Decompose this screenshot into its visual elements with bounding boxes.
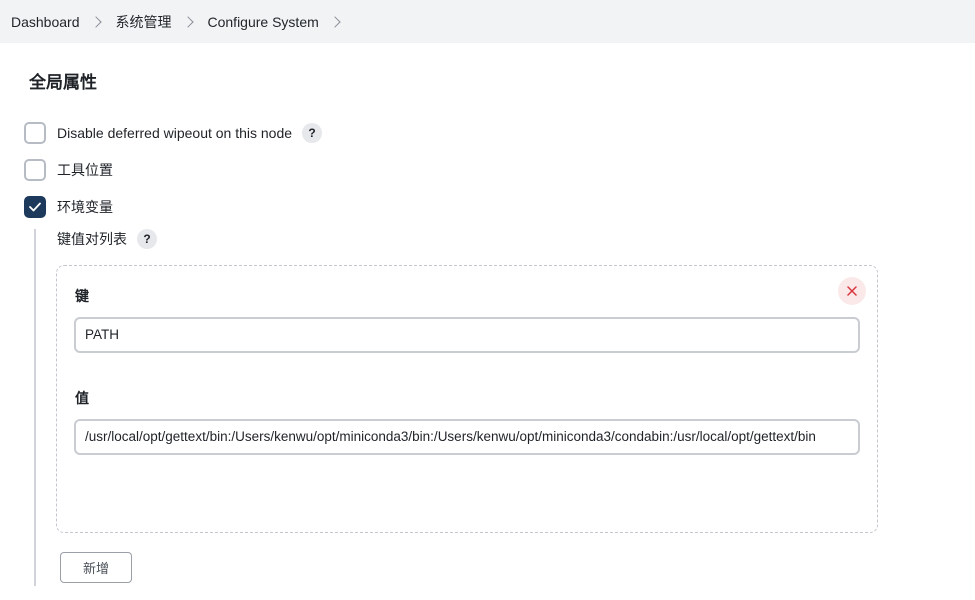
checkbox-tool-locations[interactable] xyxy=(24,159,46,181)
help-icon[interactable]: ? xyxy=(302,123,323,143)
breadcrumb: Dashboard 系统管理 Configure System xyxy=(0,0,975,43)
option-environment-variables[interactable]: 环境变量 xyxy=(24,196,113,218)
option-label: 环境变量 xyxy=(57,199,113,215)
key-input[interactable]: PATH xyxy=(74,317,860,353)
breadcrumb-system-management[interactable]: 系统管理 xyxy=(116,12,172,32)
checkbox-environment-variables[interactable] xyxy=(24,196,46,218)
option-label: Disable deferred wipeout on this node xyxy=(57,125,293,141)
nested-section-line xyxy=(34,229,36,586)
option-tool-locations[interactable]: 工具位置 xyxy=(24,159,113,181)
chevron-right-icon xyxy=(181,15,194,28)
key-label: 键 xyxy=(75,288,89,304)
checkbox-disable-deferred-wipeout[interactable] xyxy=(24,122,46,144)
help-icon[interactable]: ? xyxy=(137,229,157,249)
value-input[interactable]: /usr/local/opt/gettext/bin:/Users/kenwu/… xyxy=(74,419,860,455)
section-title: 全局属性 xyxy=(29,73,97,92)
checkmark-icon xyxy=(29,202,41,212)
breadcrumb-dashboard[interactable]: Dashboard xyxy=(11,14,80,30)
option-disable-deferred-wipeout[interactable]: Disable deferred wipeout on this node ? xyxy=(24,122,323,144)
chevron-right-icon[interactable] xyxy=(329,15,341,28)
option-label: 工具位置 xyxy=(57,162,113,178)
kv-list-title: 键值对列表 ? xyxy=(57,229,157,249)
kv-list-label: 键值对列表 xyxy=(57,231,127,247)
chevron-right-icon xyxy=(89,15,102,28)
add-entry-button[interactable]: 新增 xyxy=(60,552,132,583)
value-label: 值 xyxy=(75,390,89,406)
env-var-entry xyxy=(56,265,878,533)
breadcrumb-configure-system[interactable]: Configure System xyxy=(208,14,319,30)
close-icon xyxy=(847,286,857,296)
delete-entry-button[interactable] xyxy=(838,277,866,305)
